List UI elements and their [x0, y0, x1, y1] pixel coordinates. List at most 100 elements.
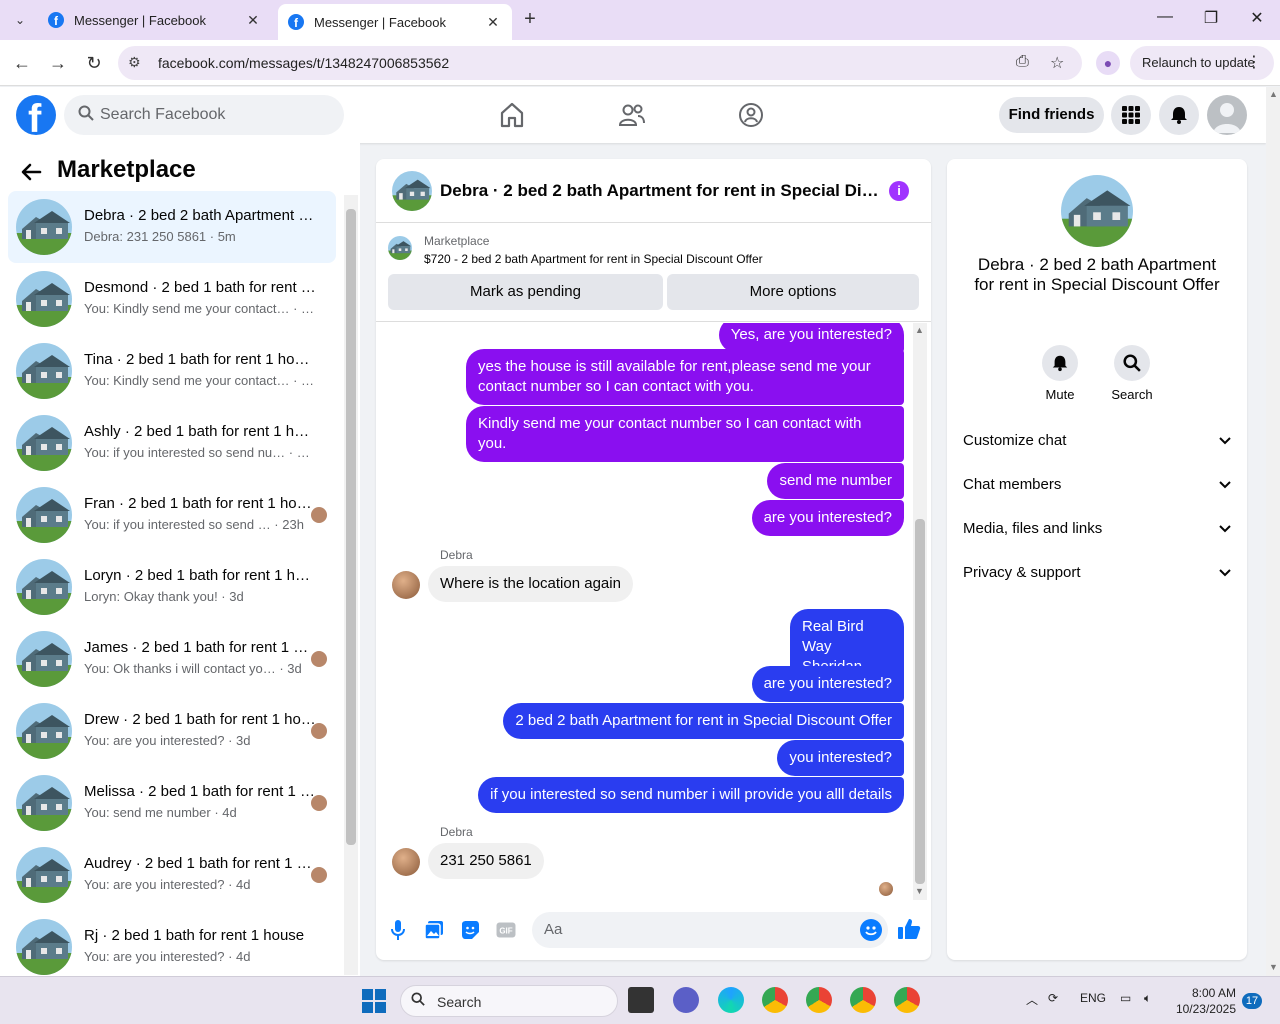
scroll-down-icon[interactable]: ▼ [915, 886, 924, 896]
incoming-message[interactable]: Where is the location again [428, 566, 633, 602]
network-icon[interactable]: ▭ [1120, 991, 1131, 1005]
debra-avatar[interactable] [392, 848, 420, 876]
photo-icon[interactable] [422, 918, 446, 942]
customize-chat-row[interactable]: Customize chat [963, 421, 1231, 461]
teams-meet-icon[interactable] [673, 987, 699, 1013]
outgoing-message[interactable]: send me number [767, 463, 904, 499]
search-icon[interactable] [1114, 345, 1150, 381]
listing-mini-thumbnail[interactable] [388, 236, 412, 260]
facebook-search-input[interactable]: Search Facebook [64, 95, 344, 135]
gif-icon[interactable]: GIF [494, 918, 518, 942]
install-app-icon[interactable]: ⎙ [1016, 53, 1029, 71]
profile-icon[interactable]: ● [1096, 51, 1120, 75]
edge-browser-icon[interactable] [718, 987, 744, 1013]
restore-icon[interactable]: ❐ [1196, 8, 1226, 32]
outgoing-message[interactable]: are you interested? [751, 500, 904, 536]
tab-close-icon[interactable]: ✕ [484, 14, 502, 31]
conversation-item[interactable]: Debra · 2 bed 2 bath Apartment for rent … [8, 191, 336, 263]
conversation-item[interactable]: Audrey · 2 bed 1 bath for rent 1 house Yo… [8, 839, 336, 911]
account-avatar[interactable] [1207, 95, 1247, 135]
new-tab-icon[interactable]: + [518, 8, 542, 32]
windows-start-icon[interactable] [362, 989, 386, 1013]
bell-icon[interactable] [1042, 345, 1078, 381]
more-options-button[interactable]: More options [667, 274, 919, 310]
page-scrollbar[interactable]: ▲ ▼ [1266, 87, 1280, 976]
clock[interactable]: 8:00 AM 10/23/2025 [1168, 985, 1236, 1017]
outgoing-message[interactable]: Kindly send me your contact number so I … [466, 406, 904, 462]
taskbar-search-input[interactable]: Search [400, 985, 618, 1017]
facebook-logo-icon[interactable]: f [16, 95, 56, 135]
outgoing-message[interactable]: are you interested? [751, 666, 904, 702]
tab-search-chevron-icon[interactable]: ⌄ [8, 8, 32, 32]
reload-icon[interactable]: ↻ [81, 50, 107, 76]
message-input[interactable]: Aa [532, 912, 888, 948]
mute-button[interactable]: Mute [1030, 345, 1090, 402]
listing-thumbnail[interactable] [392, 171, 432, 211]
friends-icon[interactable] [616, 99, 648, 131]
browser-menu-icon[interactable]: ⋮ [1246, 46, 1262, 80]
forward-icon[interactable]: → [45, 50, 71, 76]
info-icon[interactable]: i [889, 181, 909, 201]
bookmark-star-icon[interactable]: ☆ [1050, 53, 1064, 73]
conversation-item[interactable]: Rj · 2 bed 1 bath for rent 1 house You: a… [8, 911, 336, 976]
scrollbar-thumb[interactable] [346, 209, 356, 845]
conversation-item[interactable]: Drew · 2 bed 1 bath for rent 1 house You:… [8, 695, 336, 767]
chat-title[interactable]: Debra · 2 bed 2 bath Apartment for rent … [440, 181, 880, 201]
mark-as-pending-button[interactable]: Mark as pending [388, 274, 663, 310]
browser-tab-2[interactable]: f Messenger | Facebook ✕ [278, 4, 512, 40]
media-files-links-row[interactable]: Media, files and links [963, 509, 1231, 549]
close-window-icon[interactable]: ✕ [1242, 8, 1272, 32]
chrome-profile-1-icon[interactable] [762, 987, 788, 1013]
back-arrow-icon[interactable] [20, 161, 42, 189]
tab-close-icon[interactable]: ✕ [244, 12, 262, 29]
chrome-profile-4-icon[interactable] [894, 987, 920, 1013]
conversation-item[interactable]: Ashly · 2 bed 1 bath for rent 1 house You… [8, 407, 336, 479]
privacy-support-row[interactable]: Privacy & support [963, 553, 1231, 593]
back-icon[interactable]: ← [9, 50, 35, 76]
listing-large-thumbnail[interactable] [1061, 175, 1133, 247]
url-text[interactable]: facebook.com/messages/t/1348247006853562 [158, 55, 449, 71]
task-view-icon[interactable] [628, 987, 654, 1013]
minimize-icon[interactable]: — [1150, 8, 1180, 32]
conversation-item[interactable]: Melissa · 2 bed 1 bath for rent 1 house Y… [8, 767, 336, 839]
chat-members-row[interactable]: Chat members [963, 465, 1231, 505]
sync-icon[interactable]: ⟳ [1048, 991, 1058, 1005]
relaunch-button[interactable]: Relaunch to update ⋮ [1130, 46, 1274, 80]
outgoing-message[interactable]: you interested? [777, 740, 904, 776]
scrollbar-thumb[interactable] [915, 519, 925, 884]
incoming-message[interactable]: 231 250 5861 [428, 843, 544, 879]
language-indicator[interactable]: ENG [1080, 991, 1106, 1005]
listing-description[interactable]: $720 - 2 bed 2 bath Apartment for rent i… [424, 252, 763, 266]
outgoing-message[interactable]: 2 bed 2 bath Apartment for rent in Speci… [503, 703, 904, 739]
conversation-item[interactable]: Loryn · 2 bed 1 bath for rent 1 house Lor… [8, 551, 336, 623]
sticker-icon[interactable] [458, 918, 482, 942]
find-friends-button[interactable]: Find friends [999, 97, 1104, 133]
chrome-active-icon[interactable] [850, 987, 876, 1013]
notifications-bell-icon[interactable] [1159, 95, 1199, 135]
menu-grid-icon[interactable] [1111, 95, 1151, 135]
chat-scrollbar[interactable]: ▲ ▼ [913, 323, 927, 900]
conversation-item[interactable]: Tina · 2 bed 1 bath for rent 1 house You:… [8, 335, 336, 407]
scroll-up-icon[interactable]: ▲ [1269, 89, 1278, 99]
browser-tab-1[interactable]: f Messenger | Facebook ✕ [38, 4, 272, 36]
notification-count-badge[interactable]: 17 [1242, 993, 1262, 1009]
volume-icon[interactable]: 🔈︎ [1144, 991, 1151, 1006]
search-in-chat-button[interactable]: Search [1102, 345, 1162, 402]
conversation-item[interactable]: Desmond · 2 bed 1 bath for rent 1 house Y… [8, 263, 336, 335]
home-icon[interactable] [496, 99, 528, 131]
scroll-down-icon[interactable]: ▼ [1269, 962, 1278, 972]
conversation-item[interactable]: James · 2 bed 1 bath for rent 1 house You… [8, 623, 336, 695]
conversation-item[interactable]: Fran · 2 bed 1 bath for rent 1 house You:… [8, 479, 336, 551]
chrome-profile-2-icon[interactable] [806, 987, 832, 1013]
outgoing-message[interactable]: yes the house is still available for ren… [466, 349, 904, 405]
groups-icon[interactable] [735, 99, 767, 131]
microphone-icon[interactable] [386, 918, 410, 942]
site-info-icon[interactable]: ⚙ [128, 54, 141, 71]
conversation-scrollbar[interactable] [344, 195, 358, 975]
scroll-up-icon[interactable]: ▲ [915, 325, 924, 335]
thumbs-up-icon[interactable] [896, 916, 922, 942]
emoji-icon[interactable] [860, 919, 882, 941]
outgoing-message[interactable]: if you interested so send number i will … [478, 777, 904, 813]
address-bar[interactable]: ⚙ facebook.com/messages/t/13482470068535… [118, 46, 1082, 80]
tray-chevron-up-icon[interactable]: ︿ [1026, 991, 1038, 1008]
